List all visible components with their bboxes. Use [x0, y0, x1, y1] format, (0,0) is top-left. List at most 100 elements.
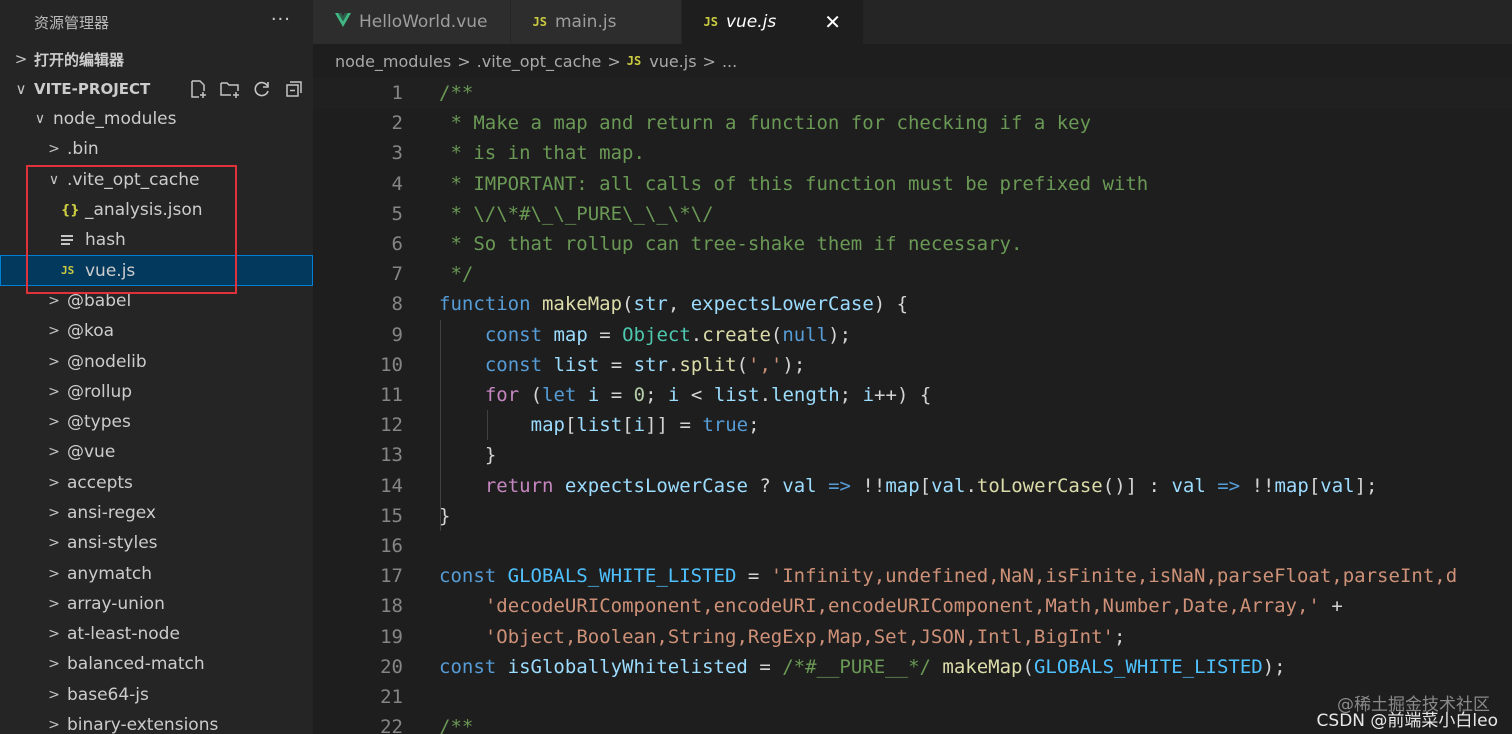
line-number: 17	[380, 565, 403, 588]
breadcrumb-separator: >	[607, 51, 621, 71]
tree-item[interactable]: > balanced-match	[0, 649, 313, 679]
tree-item[interactable]: > array-union	[0, 589, 313, 619]
tree-item[interactable]: > accepts	[0, 468, 313, 498]
tab-main-js[interactable]: JS main.js	[510, 0, 682, 44]
tree-item[interactable]: > @types	[0, 407, 313, 437]
tree-item[interactable]: > @rollup	[0, 377, 313, 407]
tree-item-label: @babel	[67, 290, 132, 311]
chevron-right-icon: >	[48, 474, 60, 491]
tree-item[interactable]: > @koa	[0, 316, 313, 346]
line-number: 10	[380, 353, 403, 376]
tree-item[interactable]: > @babel	[0, 286, 313, 316]
code-text: const isGloballyWhitelisted = /*#__PURE_…	[439, 655, 1286, 678]
code-text: /**	[439, 82, 474, 104]
breadcrumb-item[interactable]: node_modules	[335, 52, 451, 71]
tab-vue-js[interactable]: JS vue.js ✕	[681, 0, 865, 44]
breadcrumb-separator: >	[702, 51, 716, 71]
code-line[interactable]: 17 const GLOBALS_WHITE_LISTED = 'Infinity…	[313, 561, 1512, 591]
indent-guide	[487, 410, 488, 441]
line-number: 7	[391, 263, 403, 286]
tree-item-label: accepts	[67, 472, 133, 493]
tree-item[interactable]: ∨ node_modules	[0, 104, 313, 134]
tab-bar: HelloWorld.vue JS main.js JS vue.js ✕	[313, 0, 1512, 44]
tree-item-label: node_modules	[53, 109, 177, 130]
chevron-right-icon: >	[48, 383, 60, 400]
code-line[interactable]: 6 * So that rollup can tree-shake them i…	[313, 229, 1512, 259]
tree-item-label: base64-js	[67, 684, 149, 705]
tab-label: HelloWorld.vue	[359, 12, 488, 32]
tree-item[interactable]: > anymatch	[0, 558, 313, 588]
tree-item[interactable]: > ansi-styles	[0, 528, 313, 558]
code-line[interactable]: 1 /**	[313, 78, 1512, 109]
tree-item[interactable]: ∨ .vite_opt_cache	[0, 165, 313, 195]
more-actions-icon[interactable]: ···	[271, 9, 291, 30]
tree-item[interactable]: {} _analysis.json	[0, 195, 313, 225]
breadcrumb-item[interactable]: ...	[722, 52, 737, 71]
tree-item[interactable]: > binary-extensions	[0, 710, 313, 734]
code-line[interactable]: 2 * Make a map and return a function for…	[313, 108, 1512, 138]
chevron-right-icon: >	[48, 444, 60, 461]
tree-item[interactable]: > @nodelib	[0, 346, 313, 376]
code-line[interactable]: 19 'Object,Boolean,String,RegExp,Map,Set…	[313, 622, 1512, 652]
chevron-down-icon: ∨	[48, 171, 60, 188]
code-line[interactable]: 4 * IMPORTANT: all calls of this functio…	[313, 169, 1512, 199]
code-line[interactable]: 20 const isGloballyWhitelisted = /*#__PUR…	[313, 652, 1512, 682]
code-line[interactable]: 11 for (let i = 0; i < list.length; i++)…	[313, 380, 1512, 410]
tree-item-label: @vue	[67, 442, 116, 463]
breadcrumb-item[interactable]: .vite_opt_cache	[477, 52, 602, 71]
chevron-right-icon: >	[48, 686, 60, 703]
project-section[interactable]: ∨ VITE-PROJECT	[0, 74, 313, 104]
chevron-right-icon: >	[48, 626, 60, 643]
tree-item[interactable]: > base64-js	[0, 680, 313, 710]
code-line[interactable]: 7 */	[313, 259, 1512, 289]
code-line[interactable]: 12 map[list[i]] = true;	[313, 410, 1512, 440]
watermark-csdn: CSDN @前端菜小白leo	[1316, 711, 1498, 731]
tree-item[interactable]: JS vue.js	[0, 255, 313, 286]
code-line[interactable]: 14 return expectsLowerCase ? val => !!ma…	[313, 471, 1512, 501]
collapse-all-icon[interactable]	[283, 79, 305, 99]
tree-item[interactable]: hash	[0, 225, 313, 255]
code-editor[interactable]: 1 /** 2 * Make a map and return a function…	[313, 78, 1512, 734]
line-number: 1	[391, 82, 403, 104]
explorer-title: 资源管理器	[34, 13, 110, 32]
tree-item[interactable]: > at-least-node	[0, 619, 313, 649]
tree-item-label: balanced-match	[67, 654, 205, 675]
tab-label: vue.js	[725, 12, 777, 32]
code-line[interactable]: 9 const map = Object.create(null);	[313, 320, 1512, 350]
code-line[interactable]: 3 * is in that map.	[313, 138, 1512, 168]
explorer-header: 资源管理器 ···	[0, 0, 313, 44]
chevron-right-icon: >	[48, 141, 60, 158]
new-folder-icon[interactable]	[219, 79, 241, 99]
vue-icon	[335, 12, 351, 32]
code-line[interactable]: 8 function makeMap(str, expectsLowerCase)…	[313, 289, 1512, 319]
code-line[interactable]: 18 'decodeURIComponent,encodeURI,encodeU…	[313, 591, 1512, 621]
line-number: 13	[380, 444, 403, 467]
breadcrumb: node_modules > .vite_opt_cache > JS vue.…	[313, 44, 1512, 78]
code-text: /**	[439, 716, 474, 734]
line-number: 5	[391, 202, 403, 225]
code-line[interactable]: 15}	[313, 501, 1512, 531]
tree-item[interactable]: > @vue	[0, 437, 313, 467]
new-file-icon[interactable]	[187, 79, 209, 99]
code-text: * \/\*#\_\_PURE\_\_\*\/	[439, 202, 714, 225]
code-line[interactable]: 5 * \/\*#\_\_PURE\_\_\*\/	[313, 199, 1512, 229]
line-number: 3	[391, 142, 403, 165]
text-file-icon	[61, 235, 75, 246]
tree-item-label: hash	[85, 230, 126, 251]
tree-item[interactable]: > ansi-regex	[0, 498, 313, 528]
code-line[interactable]: 16	[313, 531, 1512, 561]
line-number: 18	[380, 595, 403, 618]
js-icon: JS	[626, 54, 642, 68]
line-number: 6	[391, 233, 403, 255]
close-icon[interactable]: ✕	[824, 10, 841, 34]
breadcrumb-item[interactable]: vue.js	[649, 52, 696, 71]
chevron-right-icon: >	[48, 717, 60, 734]
tree-item[interactable]: > .bin	[0, 134, 313, 164]
tab-helloworld-vue[interactable]: HelloWorld.vue	[313, 0, 511, 44]
code-text: * So that rollup can tree-shake them if …	[439, 233, 1023, 255]
code-line[interactable]: 10 const list = str.split(',');	[313, 350, 1512, 380]
line-number: 22	[380, 716, 403, 734]
open-editors-section[interactable]: > 打开的编辑器	[0, 44, 313, 74]
refresh-icon[interactable]	[251, 79, 273, 99]
code-line[interactable]: 13 }	[313, 440, 1512, 470]
